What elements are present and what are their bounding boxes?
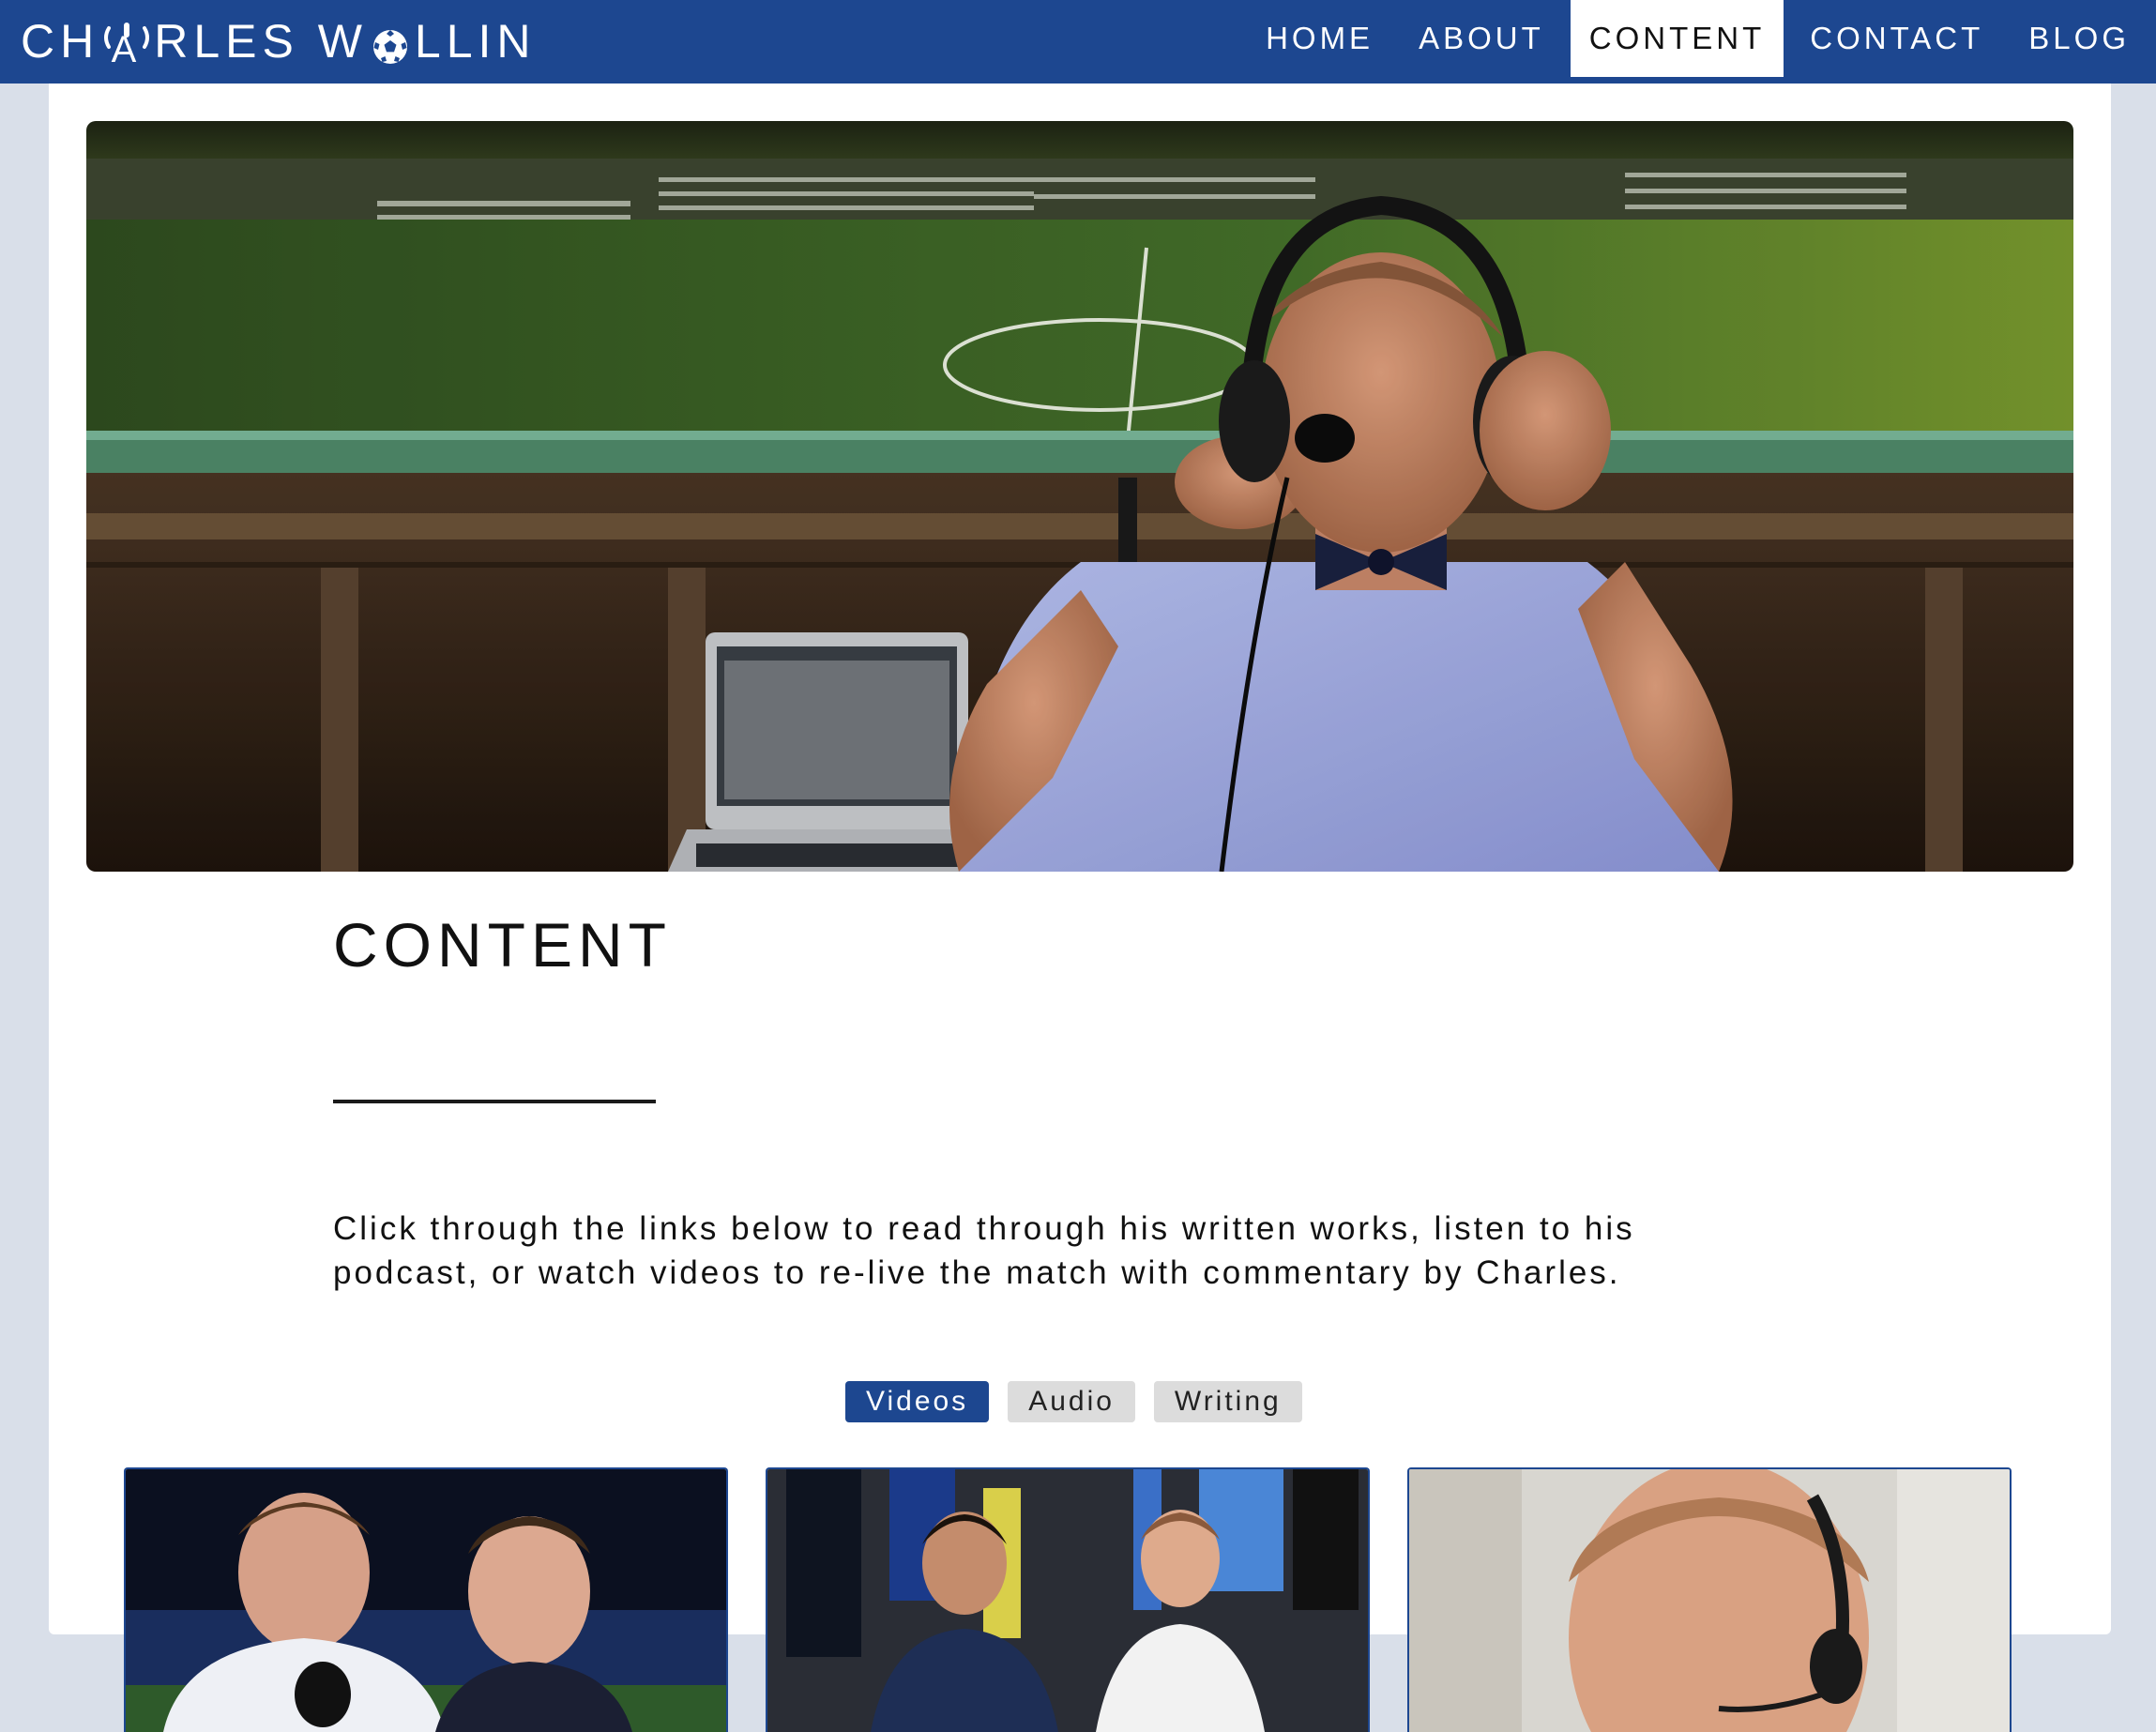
svg-text:A: A xyxy=(112,29,143,68)
hero-image xyxy=(86,121,2073,872)
video-card-commentary[interactable] xyxy=(1407,1467,2012,1732)
logo-text-1: CH xyxy=(21,15,100,68)
microphone-a-icon: A xyxy=(99,15,154,68)
nav-content[interactable]: CONTENT xyxy=(1570,0,1784,77)
main-nav: HOME ABOUT CONTENT CONTACT BLOG xyxy=(1239,0,2156,84)
tab-audio[interactable]: Audio xyxy=(1008,1381,1135,1422)
soccer-ball-icon xyxy=(372,23,409,64)
top-navbar: CH A RLES W LLIN HOME ABOUT CONTENT CONT… xyxy=(0,0,2156,84)
main-content-panel: CONTENT Click through the links below to… xyxy=(49,84,2111,1732)
title-underline xyxy=(333,1100,656,1103)
page-title: CONTENT xyxy=(333,910,672,980)
logo-text-2: RLES W xyxy=(154,15,368,68)
nav-blog[interactable]: BLOG xyxy=(2010,0,2148,77)
intro-paragraph: Click through the links below to read th… xyxy=(333,1210,1635,1291)
video-card-interview[interactable] xyxy=(124,1467,728,1732)
tab-videos[interactable]: Videos xyxy=(845,1381,990,1422)
nav-about[interactable]: ABOUT xyxy=(1400,0,1563,77)
video-card-grid xyxy=(124,1467,2012,1732)
content-tabs: Videos Audio Writing xyxy=(845,1381,1302,1422)
site-logo[interactable]: CH A RLES W LLIN xyxy=(21,13,537,69)
nav-home[interactable]: HOME xyxy=(1247,0,1392,77)
logo-text-3: LLIN xyxy=(414,15,537,68)
video-card-podcast-studio[interactable] xyxy=(766,1467,1370,1732)
nav-contact[interactable]: CONTACT xyxy=(1791,0,2002,77)
tab-writing[interactable]: Writing xyxy=(1153,1381,1302,1422)
